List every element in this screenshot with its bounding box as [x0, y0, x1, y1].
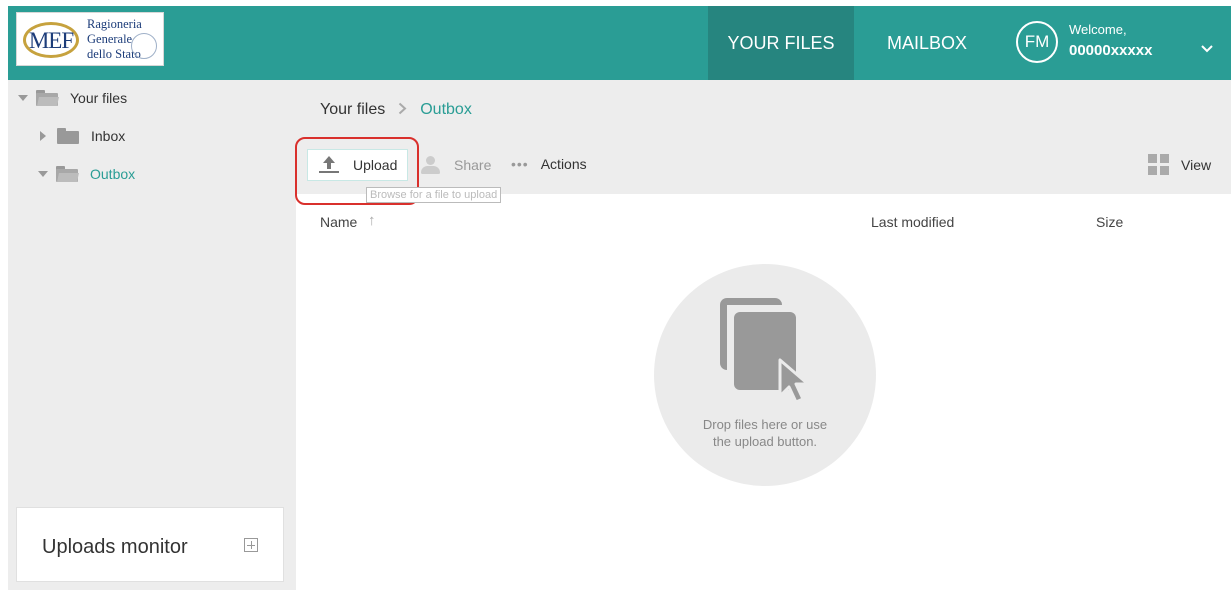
tree-item-label: Inbox — [91, 128, 126, 144]
nav-mailbox[interactable]: MAILBOX — [854, 6, 1000, 80]
seal-icon — [131, 33, 157, 59]
chevron-down-icon[interactable] — [1201, 42, 1213, 56]
drop-text-line-1: Drop files here or use — [702, 417, 828, 432]
actions-label: Actions — [540, 156, 587, 172]
breadcrumb-separator-icon — [398, 100, 407, 120]
breadcrumb-root[interactable]: Your files — [320, 101, 385, 119]
folder-open-icon — [36, 90, 59, 106]
expand-icon[interactable] — [244, 538, 258, 552]
collapse-caret-icon[interactable] — [40, 131, 46, 141]
column-header-last-modified[interactable]: Last modified — [871, 214, 954, 230]
folder-open-icon — [56, 166, 79, 182]
tree-item-your-files[interactable]: Your files — [18, 90, 127, 106]
mef-logo[interactable]: MEF Ragioneria Generale dello Stato — [16, 12, 164, 66]
uploads-monitor-label: Uploads monitor — [42, 536, 188, 558]
user-avatar[interactable]: FM — [1016, 21, 1058, 63]
upload-icon — [319, 156, 339, 174]
actions-button[interactable]: ••• Actions — [511, 156, 587, 172]
upload-label: Upload — [353, 157, 398, 173]
logo-mark-text: MEF — [28, 27, 74, 53]
welcome-text: Welcome, — [1069, 22, 1127, 37]
drop-zone-text: Drop files here or use the upload button… — [654, 416, 876, 450]
upload-tooltip: Browse for a file to upload — [366, 187, 502, 203]
logo-line-1: Ragioneria — [87, 17, 142, 31]
share-label: Share — [454, 157, 492, 173]
view-button[interactable]: View — [1148, 154, 1211, 175]
column-header-name[interactable]: Name — [320, 214, 357, 230]
avatar-initials: FM — [1024, 32, 1050, 51]
expand-caret-icon[interactable] — [38, 171, 48, 177]
expand-caret-icon[interactable] — [18, 95, 28, 101]
nav-your-files-label: YOUR FILES — [727, 32, 835, 53]
column-header-size[interactable]: Size — [1096, 214, 1123, 230]
pointer-cursor-icon — [778, 358, 810, 404]
nav-mailbox-label: MAILBOX — [886, 32, 968, 53]
more-dots-icon: ••• — [511, 156, 529, 172]
nav-your-files[interactable]: YOUR FILES — [708, 6, 854, 80]
tree-item-label: Your files — [70, 90, 128, 106]
chevron-down-svg — [1201, 45, 1213, 53]
mef-logo-mark: MEF — [23, 22, 79, 58]
upload-button[interactable]: Upload — [307, 149, 408, 181]
user-share-icon — [420, 156, 442, 174]
tree-item-label: Outbox — [90, 166, 136, 182]
drop-text-line-2: the upload button. — [712, 434, 818, 449]
drop-zone[interactable]: Drop files here or use the upload button… — [654, 264, 876, 486]
user-id: 00000xxxxx — [1069, 42, 1153, 59]
uploads-monitor[interactable]: Uploads monitor — [16, 507, 284, 582]
breadcrumb-current: Outbox — [420, 101, 472, 118]
sort-ascending-icon[interactable]: ↑ — [368, 212, 376, 229]
tree-item-outbox[interactable]: Outbox — [38, 166, 135, 182]
folder-icon — [57, 128, 79, 144]
app-header: MEF Ragioneria Generale dello Stato YOUR… — [8, 6, 1231, 80]
share-button[interactable]: Share — [420, 156, 491, 174]
breadcrumb: Your files Outbox — [320, 100, 472, 120]
tree-item-inbox[interactable]: Inbox — [40, 128, 125, 144]
view-label: View — [1181, 156, 1212, 173]
main-toolbar-area — [296, 80, 1231, 194]
chevron-right-svg — [399, 102, 407, 115]
grid-view-icon — [1148, 154, 1169, 175]
